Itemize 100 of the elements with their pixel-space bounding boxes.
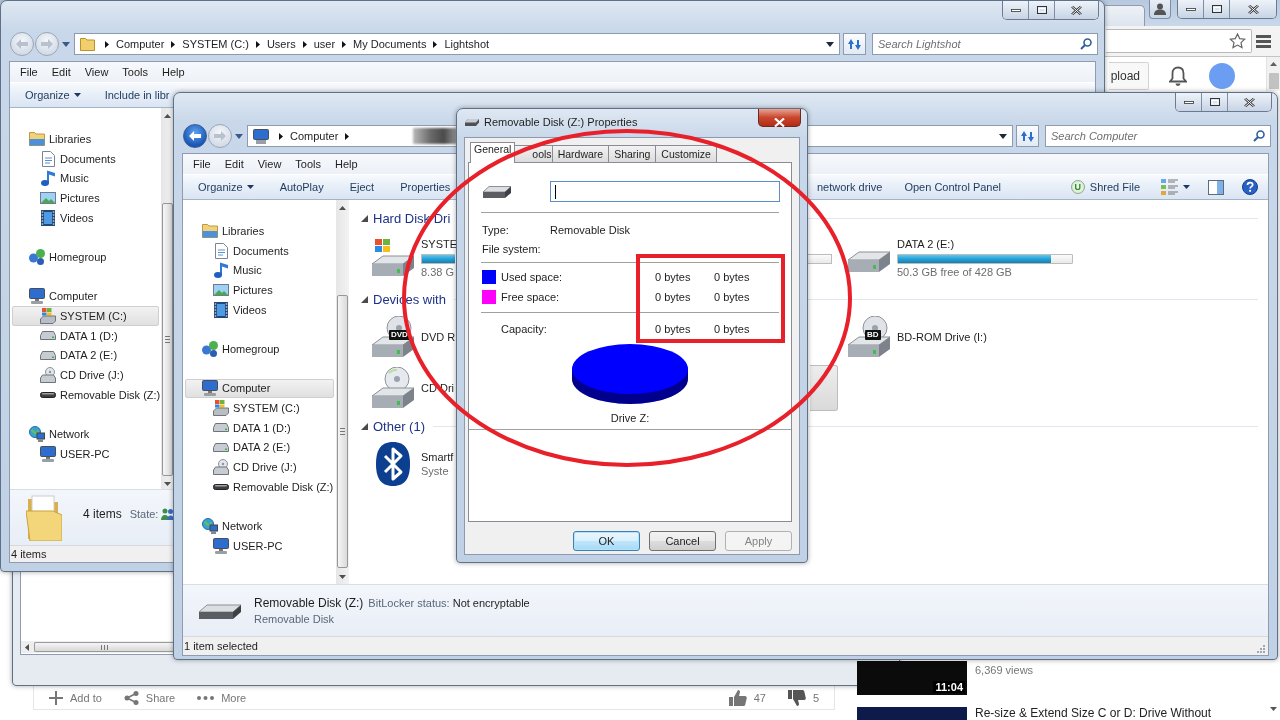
menu-item[interactable]: View — [77, 66, 116, 78]
nav-item[interactable]: Removable Disk (Z:) — [185, 476, 334, 497]
device-tile[interactable]: SYSTE 8.38 G — [365, 230, 459, 286]
breadcrumb-item[interactable]: Computer — [290, 130, 339, 142]
nav-item[interactable]: Pictures — [185, 280, 334, 300]
device-tile[interactable]: DATA 2 (E:) 50.3 GB free of 428 GB — [841, 230, 1074, 286]
nav-item[interactable]: Network — [185, 516, 334, 536]
refresh-button[interactable] — [1016, 125, 1039, 147]
dropdown-caret-icon[interactable] — [999, 133, 1007, 139]
nav-item[interactable]: USER-PC — [185, 536, 334, 556]
device-tile[interactable]: BD BD-ROM Drive (I:) — [841, 311, 988, 362]
nav-item[interactable]: Documents — [12, 148, 159, 169]
toolbar-button[interactable]: U Shred File — [1064, 176, 1146, 198]
menu-item[interactable]: File — [186, 158, 218, 170]
nav-item[interactable]: Homegroup — [12, 247, 159, 267]
maximize-button[interactable] — [1202, 93, 1228, 111]
scroll-up-icon[interactable] — [1270, 62, 1277, 66]
nav-item[interactable]: Computer — [12, 286, 159, 307]
video-thumbnail[interactable]: 11:04 — [857, 661, 967, 695]
menu-item[interactable]: Edit — [217, 158, 251, 170]
menu-item[interactable]: View — [250, 158, 289, 170]
back-button[interactable] — [183, 124, 207, 148]
collapse-triangle-icon[interactable] — [361, 422, 368, 430]
toolbar-button[interactable]: Organize — [190, 176, 262, 198]
menu-item[interactable]: File — [13, 66, 45, 78]
scrollbar-thumb[interactable] — [162, 203, 173, 476]
device-tile[interactable]: DVD DVD R — [365, 311, 457, 362]
nav-item[interactable]: Pictures — [12, 188, 159, 208]
search-field[interactable]: Search Lightshot — [872, 33, 1098, 55]
breadcrumb-arrow-icon[interactable] — [255, 40, 260, 48]
share-button[interactable]: Share — [123, 690, 176, 705]
search-icon[interactable] — [1080, 38, 1092, 50]
menu-item[interactable]: Edit — [44, 66, 78, 78]
scrollbar-thumb[interactable] — [337, 295, 348, 568]
breadcrumb-arrow-icon[interactable] — [171, 40, 176, 48]
nav-item[interactable]: Homegroup — [185, 339, 334, 359]
scrollbar[interactable] — [21, 641, 173, 653]
menu-item[interactable]: Help — [328, 158, 365, 170]
profile-button[interactable] — [1149, 0, 1171, 19]
breadcrumb-arrow-icon[interactable] — [433, 40, 438, 48]
breadcrumb-arrow-icon[interactable] — [345, 132, 350, 140]
breadcrumb-item[interactable]: Computer — [116, 38, 165, 50]
scroll-up-icon[interactable] — [339, 206, 346, 210]
nav-item[interactable]: CD Drive (J:) — [12, 365, 159, 385]
toolbar-button[interactable]: network drive — [811, 176, 889, 198]
toolbar-button[interactable]: Include in libr — [96, 84, 170, 106]
nav-item[interactable]: DATA 2 (E:) — [12, 345, 159, 366]
scroll-left-icon[interactable] — [25, 643, 29, 651]
maximize-button[interactable] — [1029, 1, 1055, 19]
nav-item[interactable]: DATA 1 (D:) — [12, 325, 159, 346]
menu-item[interactable]: Help — [155, 66, 192, 78]
breadcrumb-item[interactable]: Lightshot — [444, 38, 490, 50]
nav-item[interactable]: Music — [185, 260, 334, 281]
breadcrumb-arrow-icon[interactable] — [342, 40, 347, 48]
toolbar-button[interactable]: AutoPlay — [271, 176, 332, 198]
scroll-down-icon[interactable] — [164, 482, 171, 486]
toolbar-button[interactable]: Eject — [341, 176, 383, 198]
menu-item[interactable]: Tools — [288, 158, 329, 170]
like-button[interactable]: 47 — [728, 689, 766, 706]
breadcrumb-item[interactable]: My Documents — [353, 38, 427, 50]
size-grip-icon[interactable] — [1257, 645, 1265, 653]
video-title[interactable]: Re-size & Extend Size C or D: Drive Without — [975, 707, 1212, 720]
name-field[interactable] — [550, 181, 780, 202]
group-heading[interactable]: Hard Disk Dri — [373, 210, 451, 226]
breadcrumb-item[interactable]: user — [313, 38, 336, 50]
collapse-triangle-icon[interactable] — [361, 295, 368, 303]
nav-item[interactable]: DATA 1 (D:) — [185, 417, 334, 438]
nav-item[interactable]: Videos — [12, 207, 159, 228]
menu-button[interactable] — [1254, 32, 1272, 50]
history-caret-icon[interactable] — [62, 41, 70, 47]
toolbar-button[interactable]: Organize — [17, 84, 89, 106]
address-bar[interactable]: Computer SYSTEM (C:) Users user My Documents Lightshot — [74, 33, 840, 55]
dislike-button[interactable]: 5 — [787, 689, 819, 706]
nav-item[interactable]: SYSTEM (C:) — [185, 398, 334, 418]
collapse-triangle-icon[interactable] — [361, 214, 368, 222]
scrollbar[interactable] — [336, 200, 349, 584]
breadcrumb-arrow-icon[interactable] — [302, 40, 307, 48]
device-tile[interactable]: Smartf Syste — [365, 438, 455, 489]
tab[interactable]: Customize — [655, 145, 717, 162]
nav-item[interactable]: Videos — [185, 299, 334, 320]
toolbar-button[interactable]: Open Control Panel — [898, 176, 1008, 198]
refresh-button[interactable] — [843, 33, 866, 55]
group-heading[interactable]: Other (1) — [373, 418, 425, 434]
toolbar-button[interactable]: Properties — [392, 176, 459, 198]
history-caret-icon[interactable] — [235, 133, 243, 139]
add-to-button[interactable]: Add to — [49, 690, 102, 705]
nav-item[interactable]: Libraries — [12, 129, 159, 149]
nav-item[interactable]: Documents — [185, 240, 334, 261]
scrollbar-thumb[interactable] — [34, 642, 173, 652]
minimize-button[interactable] — [1003, 1, 1029, 19]
scroll-down-icon[interactable] — [339, 575, 346, 579]
nav-item[interactable]: Removable Disk (Z:) — [12, 384, 159, 405]
scroll-up-icon[interactable] — [164, 114, 171, 118]
scroll-down-icon[interactable] — [1269, 707, 1277, 711]
tab[interactable]: Sharing — [608, 145, 657, 162]
dialog-button[interactable]: Cancel — [649, 531, 716, 551]
nav-item[interactable]: CD Drive (J:) — [185, 457, 334, 477]
search-icon[interactable] — [1253, 130, 1265, 142]
maximize-button[interactable] — [1204, 0, 1230, 18]
star-icon[interactable] — [1229, 33, 1246, 49]
